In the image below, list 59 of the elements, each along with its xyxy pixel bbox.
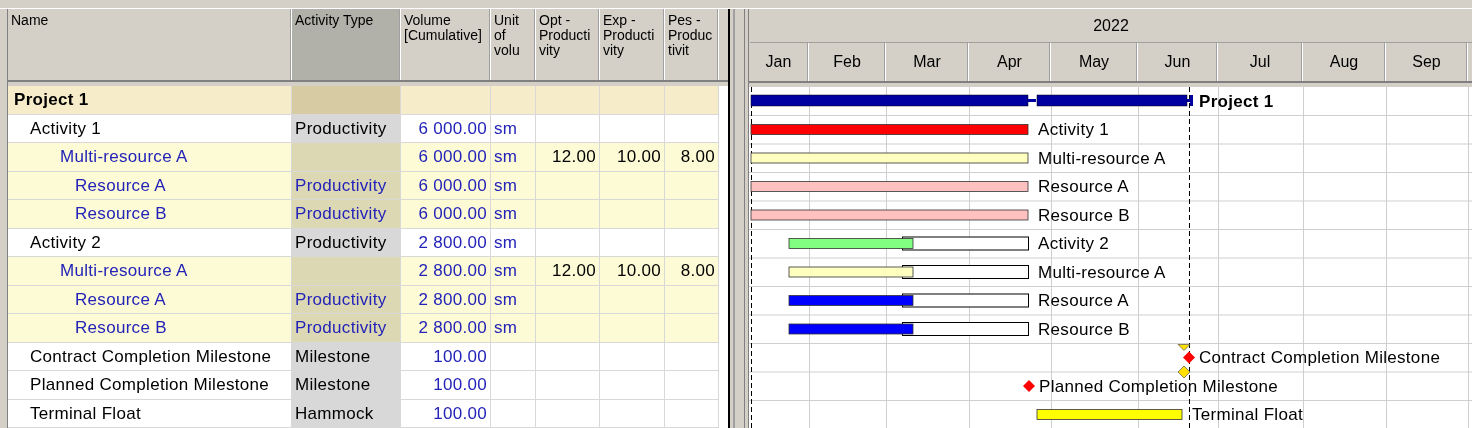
bar-label: Contract Completion Milestone [1199, 348, 1441, 367]
volume-cell: 100.00 [401, 342, 491, 371]
bar-label: Resource B [1038, 205, 1130, 225]
name-cell: Resource A [8, 285, 292, 314]
activity-type-cell: Productivity [292, 114, 401, 143]
activity-type-cell: Milestone [292, 371, 401, 400]
bar-label: Project 1 [1199, 91, 1274, 111]
bar-label: Resource A [1038, 177, 1129, 196]
unit-cell: sm [491, 257, 536, 286]
activity-type-cell: Productivity [292, 285, 401, 314]
volume-cell: 6 000.00 [401, 143, 491, 172]
bar-label: Multi-resource A [1038, 262, 1166, 282]
activity-type-cell: Productivity [292, 171, 401, 200]
name-cell: Resource B [8, 200, 292, 229]
bar-label: Planned Completion Milestone [1039, 376, 1278, 396]
volume-cell: 2 800.00 [401, 285, 491, 314]
name-cell: Planned Completion Milestone [8, 371, 292, 400]
unit-cell: sm [491, 200, 536, 229]
pes-productivity-cell: 8.00 [665, 143, 719, 172]
volume-cell: 6 000.00 [401, 200, 491, 229]
name-cell: Multi-resource A [8, 143, 292, 172]
name-cell: Project 1 [8, 86, 292, 115]
bar-label: Terminal Float [1192, 405, 1303, 424]
opt-productivity-cell: 12.00 [536, 257, 600, 286]
name-cell: Resource A [8, 171, 292, 200]
activity-type-cell: Milestone [292, 342, 401, 371]
pes-productivity-cell: 8.00 [665, 257, 719, 286]
unit-cell: sm [491, 314, 536, 343]
column-header[interactable]: Activity Type [292, 9, 401, 80]
exp-productivity-cell: 10.00 [600, 257, 665, 286]
bar-label: Resource B [1038, 319, 1130, 339]
volume-cell: 2 800.00 [401, 314, 491, 343]
bar-label: Activity 2 [1038, 234, 1110, 253]
activity-type-cell: Productivity [292, 228, 401, 257]
activity-type-cell: Hammock [292, 399, 401, 428]
unit-cell: sm [491, 228, 536, 257]
name-cell: Contract Completion Milestone [8, 342, 292, 371]
unit-cell: sm [491, 143, 536, 172]
name-cell: Multi-resource A [8, 257, 292, 286]
volume-cell: 100.00 [401, 371, 491, 400]
volume-cell: 6 000.00 [401, 171, 491, 200]
unit-cell: sm [491, 114, 536, 143]
exp-productivity-cell: 10.00 [600, 143, 665, 172]
volume-cell: 2 800.00 [401, 228, 491, 257]
name-cell: Resource B [8, 314, 292, 343]
name-cell: Activity 2 [8, 228, 292, 257]
bar-label: Activity 1 [1038, 120, 1110, 139]
opt-productivity-cell: 12.00 [536, 143, 600, 172]
unit-cell: sm [491, 171, 536, 200]
bar-label: Multi-resource A [1038, 148, 1166, 168]
name-cell: Terminal Float [8, 399, 292, 428]
volume-cell: 100.00 [401, 399, 491, 428]
activity-type-cell: Productivity [292, 200, 401, 229]
unit-cell: sm [491, 285, 536, 314]
bar-label: Resource A [1038, 291, 1129, 310]
activity-type-cell: Productivity [292, 314, 401, 343]
volume-cell: 2 800.00 [401, 257, 491, 286]
volume-cell: 6 000.00 [401, 114, 491, 143]
name-cell: Activity 1 [8, 114, 292, 143]
